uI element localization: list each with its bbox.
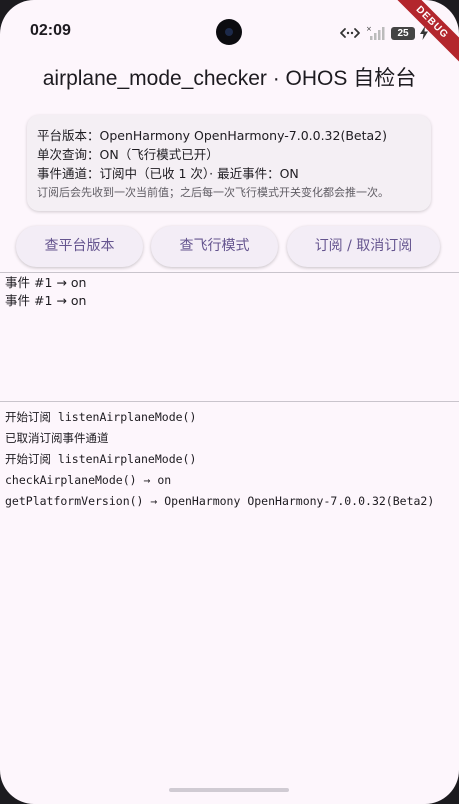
event-list: 事件 #1 → on 事件 #1 → on	[5, 274, 455, 310]
phone-screen: 02:09 × 25 DEBUG airplane_mode_checker ·…	[0, 0, 459, 804]
data-arrows-icon	[339, 26, 361, 40]
log-list: 开始订阅 listenAirplaneMode() 已取消订阅事件通道 开始订阅…	[5, 409, 455, 514]
front-camera	[216, 19, 242, 45]
event-channel-line: 事件通道：订阅中（已收 1 次）· 最近事件：ON	[37, 166, 299, 181]
log-item: checkAirplaneMode() → on	[5, 473, 172, 487]
divider-top	[0, 272, 459, 273]
log-item: 已取消订阅事件通道	[5, 431, 109, 445]
log-item: 开始订阅 listenAirplaneMode()	[5, 452, 197, 466]
platform-version-line: 平台版本：OpenHarmony OpenHarmony-7.0.0.32(Be…	[37, 128, 388, 143]
status-time: 02:09	[30, 22, 71, 39]
event-item: 事件 #1 → on	[5, 275, 87, 290]
check-mode-button[interactable]: 查飞行模式	[151, 226, 278, 267]
single-query-line: 单次查询：ON（飞行模式已开）	[37, 147, 219, 162]
divider-middle	[0, 401, 459, 402]
log-item: getPlatformVersion() → OpenHarmony OpenH…	[5, 494, 435, 508]
log-item: 开始订阅 listenAirplaneMode()	[5, 410, 197, 424]
app-title: airplane_mode_checker · OHOS 自检台	[42, 67, 417, 90]
signal-icon: ×	[366, 25, 386, 41]
toggle-subscribe-button[interactable]: 订阅 / 取消订阅	[287, 226, 440, 267]
home-indicator[interactable]	[169, 788, 289, 792]
status-icons: × 25	[339, 24, 428, 42]
info-card: 平台版本：OpenHarmony OpenHarmony-7.0.0.32(Be…	[27, 115, 431, 211]
check-version-button[interactable]: 查平台版本	[16, 226, 143, 267]
status-bar: 02:09 × 25 DEBUG	[0, 0, 459, 68]
battery-icon: 25	[391, 26, 415, 40]
event-item: 事件 #1 → on	[5, 293, 87, 308]
svg-text:×: ×	[366, 25, 372, 33]
info-hint: 订阅后会先收到一次当前值；之后每一次飞行模式开关变化都会推一次。	[37, 186, 389, 199]
